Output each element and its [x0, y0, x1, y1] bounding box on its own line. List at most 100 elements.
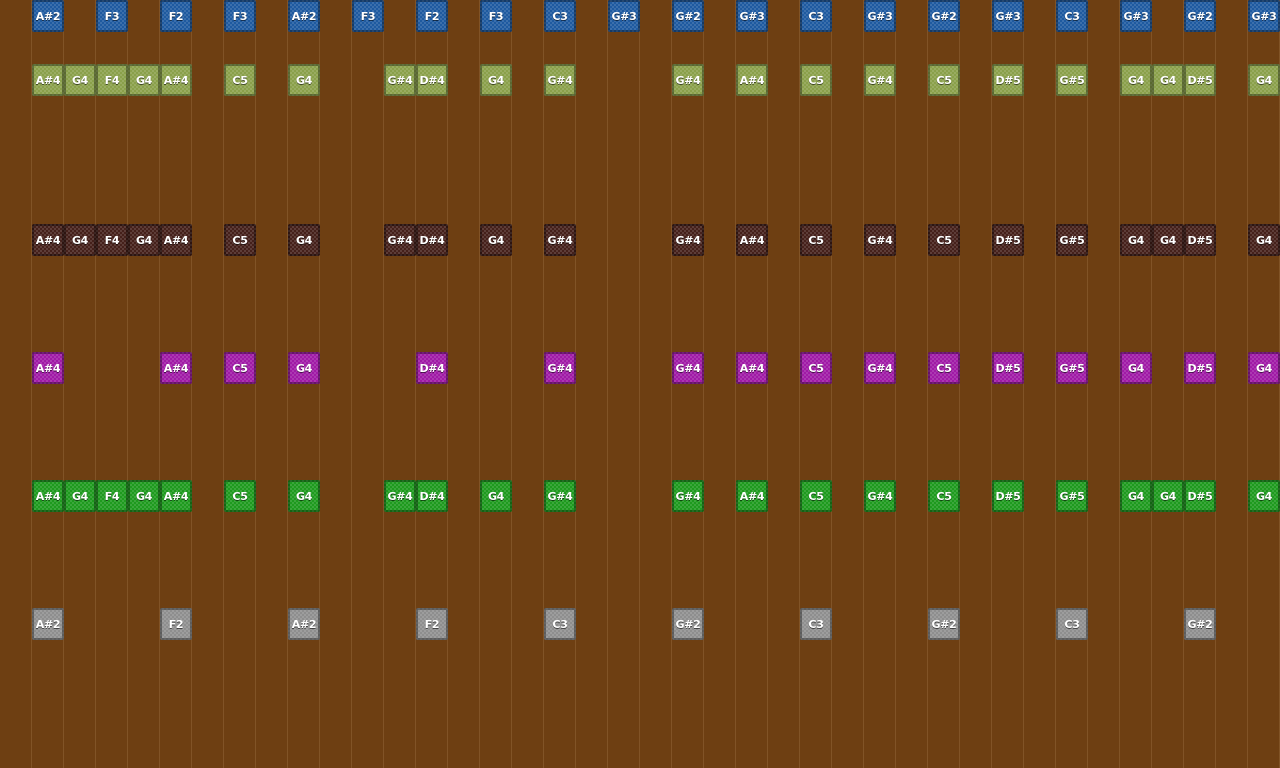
note-block[interactable]: G4 — [288, 352, 320, 384]
note-block[interactable]: D#5 — [1184, 352, 1216, 384]
note-block[interactable]: G#4 — [672, 64, 704, 96]
note-block[interactable]: G4 — [1152, 64, 1184, 96]
note-block[interactable]: F3 — [480, 0, 512, 32]
note-block[interactable]: A#4 — [160, 352, 192, 384]
note-block[interactable]: D#4 — [416, 64, 448, 96]
note-block[interactable]: C3 — [800, 608, 832, 640]
note-block[interactable]: C5 — [800, 64, 832, 96]
note-block[interactable]: F2 — [416, 608, 448, 640]
note-block[interactable]: G#4 — [864, 480, 896, 512]
note-block[interactable]: G4 — [288, 224, 320, 256]
note-block[interactable]: A#2 — [32, 608, 64, 640]
note-block[interactable]: C5 — [224, 480, 256, 512]
note-block[interactable]: D#4 — [416, 480, 448, 512]
note-block[interactable]: A#4 — [32, 224, 64, 256]
note-block[interactable]: G4 — [1248, 352, 1280, 384]
note-block[interactable]: A#2 — [32, 0, 64, 32]
note-block[interactable]: G#5 — [1056, 64, 1088, 96]
note-block[interactable]: G#5 — [1056, 224, 1088, 256]
note-grid[interactable]: A#2 F3 F2 F3 A#2 F3 F2 F3 C3 G#3 G#2 G#3 C3 G#3 G#2 G#3… — [0, 0, 1280, 768]
note-block[interactable]: F2 — [160, 0, 192, 32]
note-block[interactable]: D#4 — [416, 352, 448, 384]
note-block[interactable]: A#4 — [160, 480, 192, 512]
note-block[interactable]: C3 — [544, 608, 576, 640]
note-block[interactable]: G4 — [480, 480, 512, 512]
note-block[interactable]: G#3 — [992, 0, 1024, 32]
note-block[interactable]: F3 — [96, 0, 128, 32]
note-block[interactable]: A#4 — [736, 224, 768, 256]
note-block[interactable]: G#2 — [672, 0, 704, 32]
note-block[interactable]: G#3 — [1248, 0, 1280, 32]
note-block[interactable]: A#2 — [288, 608, 320, 640]
note-block[interactable]: F2 — [416, 0, 448, 32]
note-block[interactable]: G#3 — [1120, 0, 1152, 32]
note-block[interactable]: G4 — [1120, 352, 1152, 384]
note-block[interactable]: C5 — [224, 352, 256, 384]
note-block[interactable]: C3 — [800, 0, 832, 32]
note-block[interactable]: C5 — [800, 480, 832, 512]
note-block[interactable]: C5 — [928, 64, 960, 96]
note-block[interactable]: A#4 — [736, 64, 768, 96]
note-block[interactable]: G#4 — [672, 224, 704, 256]
note-block[interactable]: G4 — [64, 480, 96, 512]
note-block[interactable]: G4 — [1152, 480, 1184, 512]
note-block[interactable]: C3 — [544, 0, 576, 32]
note-block[interactable]: G#4 — [544, 480, 576, 512]
note-block[interactable]: G#2 — [672, 608, 704, 640]
note-block[interactable]: C5 — [928, 224, 960, 256]
note-block[interactable]: G#3 — [736, 0, 768, 32]
note-block[interactable]: G4 — [128, 224, 160, 256]
note-block[interactable]: G4 — [1152, 224, 1184, 256]
note-block[interactable]: G#2 — [928, 0, 960, 32]
note-block[interactable]: G4 — [1248, 480, 1280, 512]
note-block[interactable]: G#4 — [864, 224, 896, 256]
note-block[interactable]: C5 — [224, 224, 256, 256]
note-block[interactable]: G#5 — [1056, 480, 1088, 512]
note-block[interactable]: F3 — [352, 0, 384, 32]
note-block[interactable]: G4 — [1120, 224, 1152, 256]
note-block[interactable]: G#4 — [384, 480, 416, 512]
note-block[interactable]: F3 — [224, 0, 256, 32]
note-block[interactable]: F4 — [96, 64, 128, 96]
note-block[interactable]: G4 — [1120, 64, 1152, 96]
note-block[interactable]: G#2 — [1184, 0, 1216, 32]
note-block[interactable]: G#4 — [544, 352, 576, 384]
note-block[interactable]: G#4 — [864, 352, 896, 384]
note-block[interactable]: G#5 — [1056, 352, 1088, 384]
note-block[interactable]: G#4 — [384, 64, 416, 96]
note-block[interactable]: A#4 — [32, 64, 64, 96]
note-block[interactable]: A#4 — [160, 224, 192, 256]
note-block[interactable]: G4 — [480, 64, 512, 96]
note-block[interactable]: C3 — [1056, 608, 1088, 640]
note-block[interactable]: G4 — [64, 224, 96, 256]
note-block[interactable]: A#4 — [160, 64, 192, 96]
note-block[interactable]: G#4 — [544, 224, 576, 256]
note-block[interactable]: C5 — [800, 224, 832, 256]
note-block[interactable]: G4 — [64, 64, 96, 96]
note-block[interactable]: D#5 — [992, 224, 1024, 256]
note-block[interactable]: A#4 — [32, 480, 64, 512]
note-block[interactable]: G4 — [1248, 64, 1280, 96]
note-block[interactable]: F4 — [96, 224, 128, 256]
note-block[interactable]: D#4 — [416, 224, 448, 256]
note-block[interactable]: G4 — [480, 224, 512, 256]
note-block[interactable]: D#5 — [1184, 224, 1216, 256]
note-block[interactable]: C5 — [928, 480, 960, 512]
note-block[interactable]: G#4 — [672, 480, 704, 512]
note-block[interactable]: D#5 — [1184, 480, 1216, 512]
note-block[interactable]: D#5 — [992, 352, 1024, 384]
note-block[interactable]: G4 — [128, 64, 160, 96]
note-block[interactable]: G#4 — [544, 64, 576, 96]
note-block[interactable]: G4 — [1248, 224, 1280, 256]
note-block[interactable]: G#2 — [1184, 608, 1216, 640]
note-block[interactable]: A#4 — [32, 352, 64, 384]
note-block[interactable]: D#5 — [992, 64, 1024, 96]
note-block[interactable]: G4 — [288, 64, 320, 96]
note-block[interactable]: F4 — [96, 480, 128, 512]
note-block[interactable]: D#5 — [992, 480, 1024, 512]
note-block[interactable]: G4 — [128, 480, 160, 512]
note-block[interactable]: G#3 — [864, 0, 896, 32]
note-block[interactable]: G#2 — [928, 608, 960, 640]
note-block[interactable]: C3 — [1056, 0, 1088, 32]
note-block[interactable]: G4 — [1120, 480, 1152, 512]
